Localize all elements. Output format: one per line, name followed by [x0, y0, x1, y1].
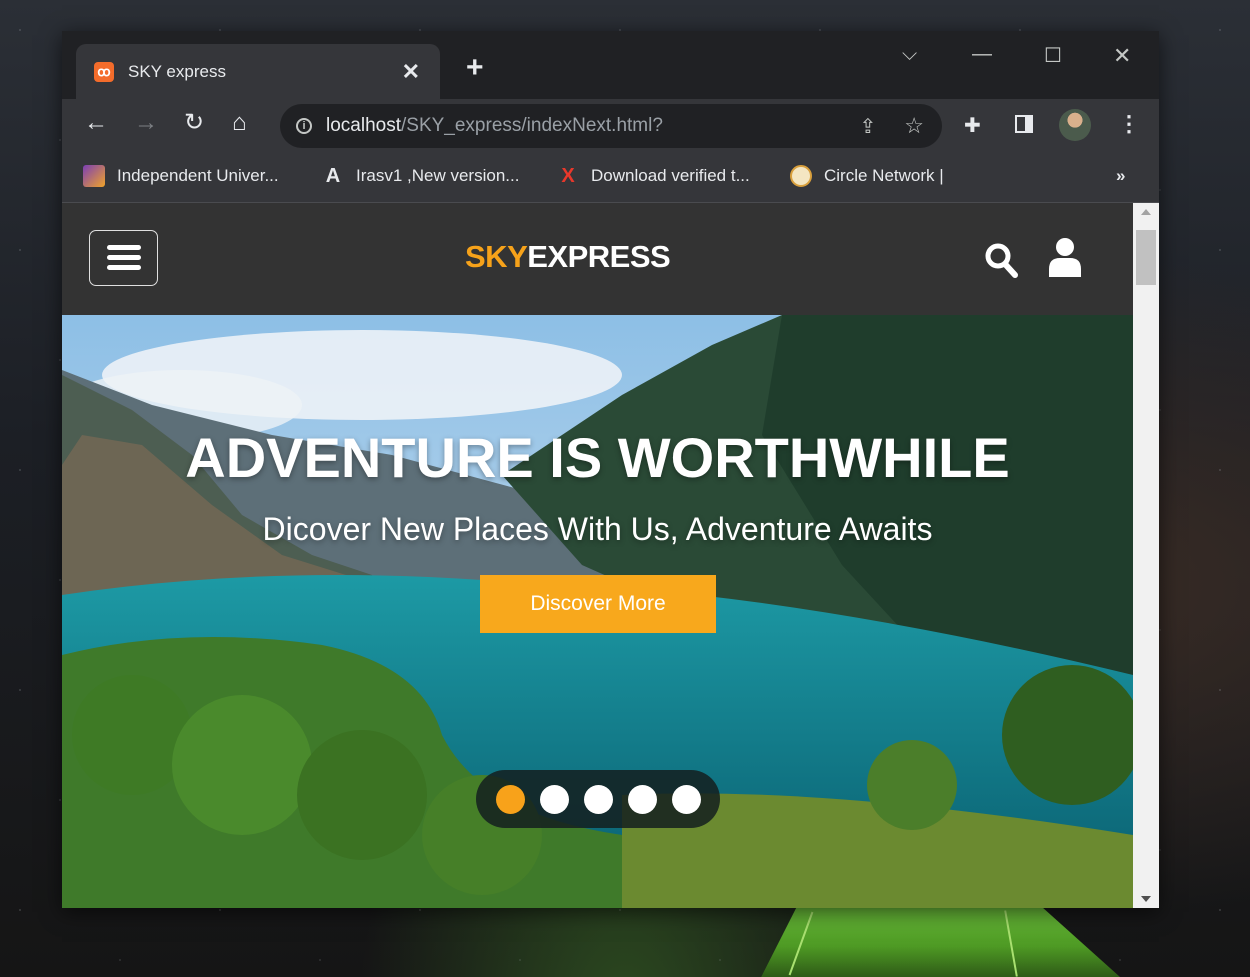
- share-icon[interactable]: ⇪: [860, 114, 877, 139]
- logo-sky: SKY: [465, 239, 528, 274]
- bookmark-item[interactable]: X Download verified t...: [557, 164, 750, 187]
- scroll-up-arrow-icon[interactable]: [1141, 209, 1151, 215]
- url-text[interactable]: localhost/SKY_express/indexNext.html?: [326, 115, 860, 137]
- hero-subtitle: Dicover New Places With Us, Adventure Aw…: [262, 511, 933, 547]
- extensions-puzzle-icon[interactable]: ✚: [964, 113, 986, 137]
- bookmark-label: Download verified t...: [591, 166, 750, 185]
- kebab-menu-icon[interactable]: ⋮: [1118, 111, 1140, 137]
- bookmark-item[interactable]: A Irasv1 ,New version...: [322, 164, 520, 187]
- carousel-dot[interactable]: [495, 784, 525, 814]
- tab-title: SKY express: [128, 61, 226, 81]
- tab-strip: ꝏ SKY express ✕ + ⌵ — ☐ ✕: [62, 31, 1159, 99]
- carousel-dot[interactable]: [539, 784, 569, 814]
- site-logo[interactable]: SKYEXPRESS: [465, 239, 671, 275]
- bookmark-star-icon[interactable]: ☆: [904, 113, 924, 139]
- carousel-dot[interactable]: [627, 784, 657, 814]
- discover-more-button[interactable]: Discover More: [480, 575, 716, 633]
- menu-bar: [107, 265, 141, 270]
- address-bar[interactable]: i localhost/SKY_express/indexNext.html? …: [280, 104, 942, 148]
- search-icon[interactable]: [984, 241, 1018, 279]
- carousel-indicators: [476, 770, 720, 828]
- hero-title: ADVENTURE IS WORTHWHILE: [185, 426, 1010, 489]
- user-icon[interactable]: [1048, 237, 1082, 277]
- menu-bar: [107, 255, 141, 260]
- more-bookmarks-chevron-icon[interactable]: »: [1116, 166, 1125, 186]
- forward-arrow-icon[interactable]: →: [134, 111, 158, 135]
- scroll-down-arrow-icon[interactable]: [1141, 896, 1151, 902]
- bookmark-label: Circle Network |: [824, 166, 944, 185]
- back-arrow-icon[interactable]: ←: [84, 111, 108, 135]
- xampp-icon: ꝏ: [94, 61, 114, 82]
- browser-tab[interactable]: ꝏ SKY express ✕: [76, 44, 440, 99]
- info-icon[interactable]: i: [296, 118, 312, 134]
- page-viewport: SKYEXPRESS ADVENTURE IS WORTHWHILE Dicov…: [62, 203, 1133, 908]
- tab-search-icon[interactable]: ⌵: [902, 43, 917, 66]
- url-path: /SKY_express/indexNext.html?: [401, 115, 663, 136]
- bookmark-item[interactable]: Independent Univer...: [83, 165, 279, 187]
- bookmark-label: Independent Univer...: [117, 166, 279, 185]
- bookmark-item[interactable]: Circle Network |: [790, 165, 944, 187]
- hamburger-menu-button[interactable]: [89, 230, 158, 286]
- minimize-button[interactable]: —: [972, 43, 992, 66]
- scrollbar-thumb[interactable]: [1136, 230, 1156, 285]
- x-icon: X: [561, 164, 575, 187]
- bookmark-label: Irasv1 ,New version...: [356, 166, 520, 185]
- site-navbar: SKYEXPRESS: [62, 203, 1133, 315]
- reload-icon[interactable]: ↻: [184, 111, 204, 135]
- home-icon[interactable]: ⌂: [232, 111, 247, 135]
- logo-express: EXPRESS: [527, 239, 671, 274]
- university-icon: [83, 165, 105, 187]
- side-panel-icon[interactable]: [1015, 115, 1033, 133]
- menu-bar: [107, 245, 141, 250]
- browser-window: ꝏ SKY express ✕ + ⌵ — ☐ ✕ ← → ↻ ⌂ i loca…: [62, 31, 1159, 908]
- wallpaper-tent: [761, 900, 1120, 977]
- new-tab-button[interactable]: +: [466, 53, 484, 83]
- maximize-button[interactable]: ☐: [1044, 43, 1062, 68]
- vertical-scrollbar[interactable]: [1133, 203, 1159, 908]
- profile-avatar[interactable]: [1059, 109, 1091, 141]
- browser-toolbar: ← → ↻ ⌂ i localhost/SKY_express/indexNex…: [62, 99, 1159, 154]
- hero-banner: ADVENTURE IS WORTHWHILE Dicover New Plac…: [62, 315, 1133, 908]
- close-tab-icon[interactable]: ✕: [402, 59, 420, 85]
- bookmarks-bar: Independent Univer... A Irasv1 ,New vers…: [62, 154, 1159, 203]
- circle-network-icon: [790, 165, 812, 187]
- angular-icon: A: [325, 164, 341, 187]
- carousel-dot[interactable]: [583, 784, 613, 814]
- carousel-dot[interactable]: [671, 784, 701, 814]
- url-host: localhost: [326, 115, 401, 136]
- close-window-button[interactable]: ✕: [1113, 43, 1131, 69]
